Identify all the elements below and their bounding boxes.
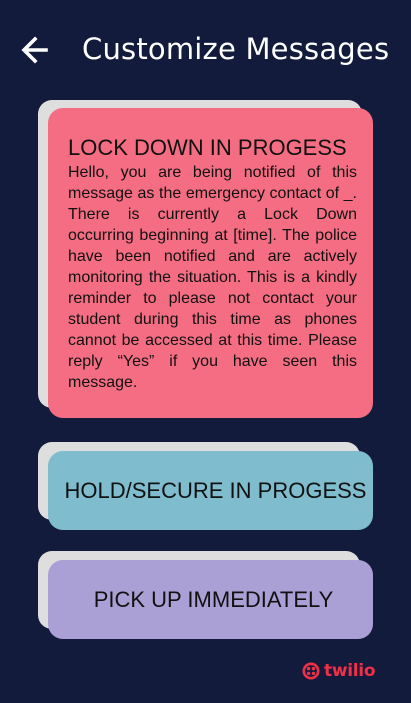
message-heading: PICK UP IMMEDIATELY — [93, 586, 334, 612]
message-body: Hello, you are being notified of this me… — [68, 164, 357, 391]
twilio-logo: twilio — [302, 660, 376, 682]
logo-text: twilio — [324, 661, 376, 681]
message-card-pickup-container: PICK UP IMMEDIATELY — [38, 551, 373, 639]
arrow-left-icon — [21, 36, 48, 64]
message-heading: LOCK DOWN IN PROGESS — [68, 135, 347, 160]
twilio-logo-icon — [302, 662, 320, 680]
app-header: Customize Messages — [0, 0, 411, 100]
message-card-lockdown-container: LOCK DOWN IN PROGESS Hello, you are bein… — [38, 100, 373, 418]
message-heading: HOLD/SECURE IN PROGESS — [64, 477, 367, 503]
back-button[interactable] — [20, 34, 50, 66]
message-card-lockdown[interactable]: LOCK DOWN IN PROGESS Hello, you are bein… — [48, 108, 373, 418]
message-card-pickup[interactable]: PICK UP IMMEDIATELY — [48, 560, 373, 639]
message-card-hold-container: HOLD/SECURE IN PROGESS — [38, 442, 373, 530]
page-title: Customize Messages — [82, 32, 390, 66]
message-card-hold-secure[interactable]: HOLD/SECURE IN PROGESS — [48, 451, 373, 530]
